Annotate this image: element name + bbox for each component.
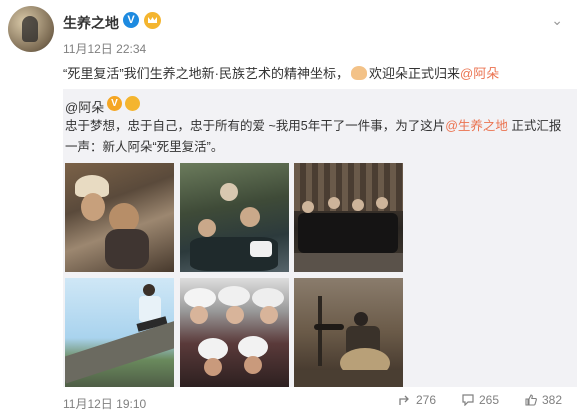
chevron-down-icon[interactable]: ⌄ [551,12,563,29]
post-text-part-2: 欢迎朵正式归来 [369,66,461,81]
like-action[interactable]: 382 [525,393,562,407]
comment-bubble-icon [462,394,474,406]
mention-link[interactable]: @阿朵 [460,66,499,81]
repost-mention-link[interactable]: @生养之地 [445,119,508,133]
repost-text-part-1: 忠于梦想，忠于自己，忠于所有的爱 ~我用5年干了一件事，为了这片 [65,119,446,133]
post-timestamp[interactable]: 11月12日 22:34 [63,40,146,57]
share-arrow-icon [399,395,409,405]
author-name[interactable]: 生养之地 [63,13,119,33]
photo-thumbnail[interactable] [294,278,403,387]
like-count: 382 [542,393,563,407]
comment-action[interactable]: 265 [462,393,499,407]
photo-thumbnail[interactable] [294,163,403,272]
repost-author[interactable]: @阿朵 [65,97,104,116]
verified-badge-icon: V [123,12,139,28]
repost-action[interactable]: 276 [399,393,436,407]
repost-vip-crown-icon [125,96,140,111]
post-text-part-1: “死里复活”我们生养之地新·民族艺术的精神坐标， [63,66,349,81]
repost-timestamp[interactable]: 11月12日 19:10 [63,395,146,412]
vip-crown-icon [144,12,161,29]
repost-text: 忠于梦想，忠于自己，忠于所有的爱 ~我用5年干了一件事，为了这片@生养之地 正式… [65,116,565,158]
reposted-content: @阿朵 V 忠于梦想，忠于自己，忠于所有的爱 ~我用5年干了一件事，为了这片@生… [63,89,577,387]
photo-thumbnail[interactable] [180,163,289,272]
clap-emoji-icon [351,66,367,80]
photo-thumbnail[interactable] [65,278,174,387]
photo-thumbnail[interactable] [65,163,174,272]
author-avatar[interactable] [8,6,54,52]
comment-count: 265 [479,393,500,407]
thumbs-up-icon [525,394,537,406]
repost-count: 276 [416,393,437,407]
photo-thumbnail[interactable] [180,278,289,387]
weibo-post-card: 生养之地 V 11月12日 22:34 ⌄ “死里复活”我们生养之地新·民族艺术… [0,0,577,415]
repost-verified-badge-icon: V [107,96,122,111]
post-text: “死里复活”我们生养之地新·民族艺术的精神坐标， 欢迎朵正式归来@阿朵 [63,63,499,82]
